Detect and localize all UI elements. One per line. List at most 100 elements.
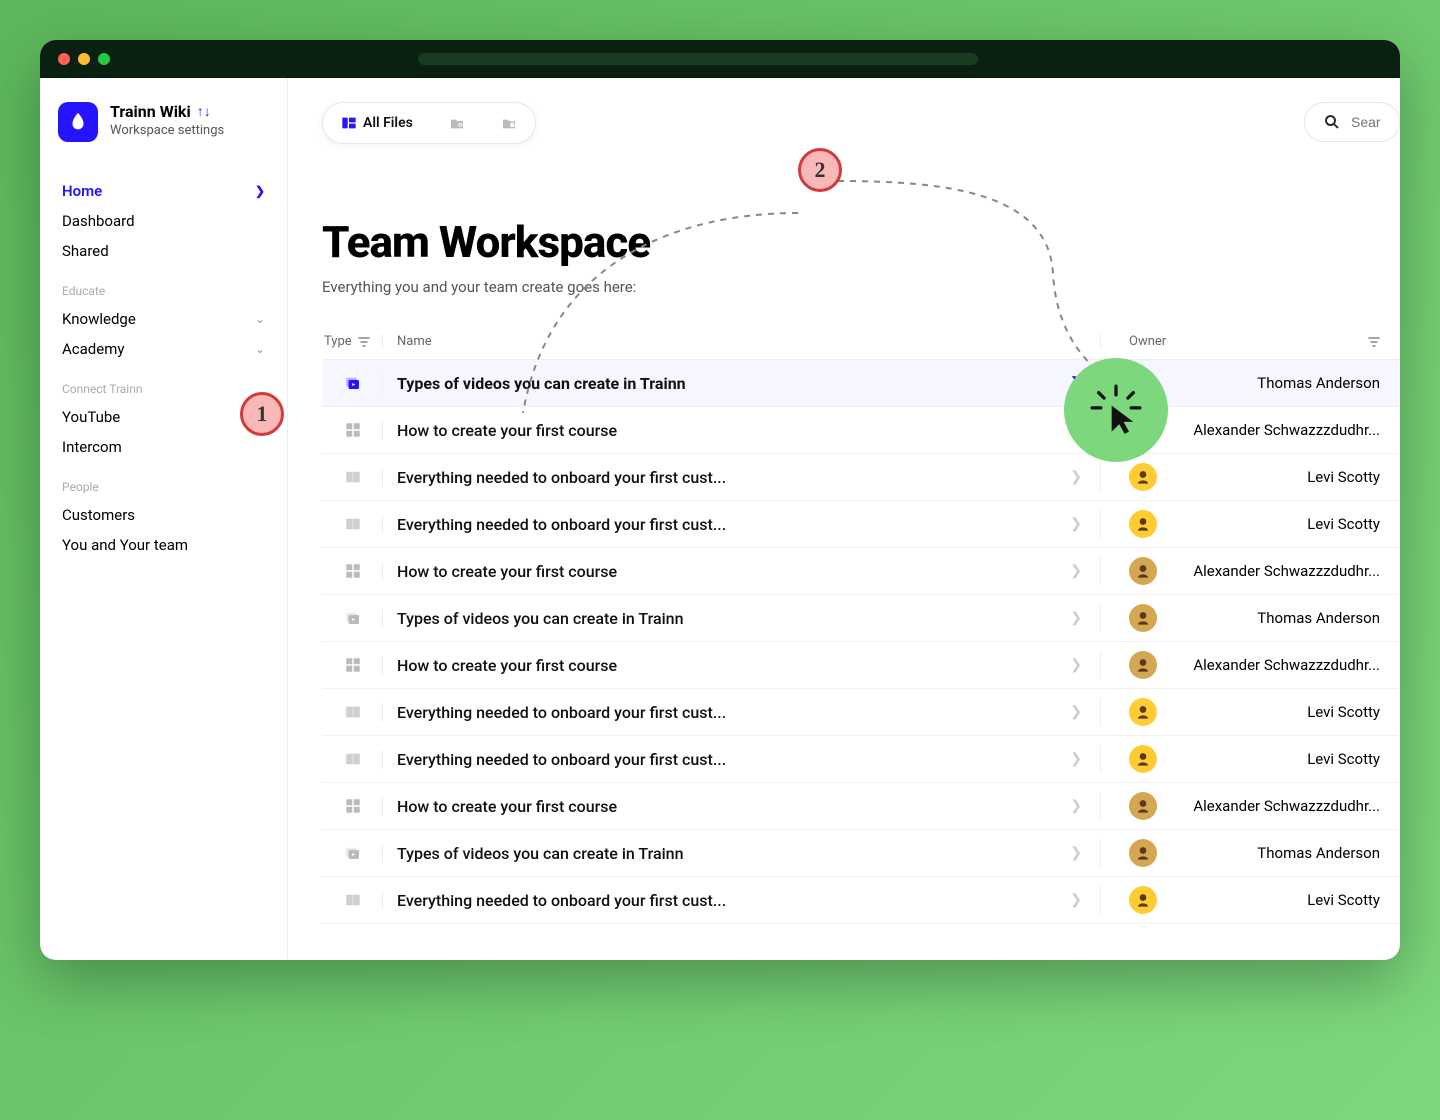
table-row[interactable]: How to create your first course❯ Alexand… bbox=[322, 642, 1400, 689]
row-owner: Alexander Schwazzzdudhr... bbox=[1100, 792, 1400, 820]
nav-section-label: People bbox=[54, 462, 273, 500]
table-row[interactable]: Everything needed to onboard your first … bbox=[322, 454, 1400, 501]
chevron-down-icon: ⌄ bbox=[255, 342, 265, 356]
tutorial-cursor-bubble bbox=[1064, 358, 1168, 462]
filter-pills: All Files bbox=[322, 102, 536, 144]
table-row[interactable]: Types of videos you can create in Trainn… bbox=[322, 360, 1400, 407]
row-name: How to create your first course❯ bbox=[382, 656, 1100, 675]
filter-icon bbox=[358, 336, 370, 348]
row-owner: Thomas Anderson bbox=[1100, 839, 1400, 867]
maximize-dot[interactable] bbox=[98, 53, 110, 65]
file-table: Type Name Owner Types of videos you can … bbox=[322, 324, 1400, 924]
close-dot[interactable] bbox=[58, 53, 70, 65]
app-window: Trainn Wiki ↑↓ Workspace settings Home❯D… bbox=[40, 40, 1400, 960]
page-title: Team Workspace bbox=[322, 216, 1400, 268]
table-row[interactable]: How to create your first course❯ Alexand… bbox=[322, 407, 1400, 454]
chevron-right-icon: ❯ bbox=[1070, 798, 1082, 814]
chevron-down-icon: ⌄ bbox=[255, 312, 265, 326]
search-input[interactable] bbox=[1351, 114, 1381, 130]
chevron-right-icon: ❯ bbox=[1070, 892, 1082, 908]
chevron-right-icon: ❯ bbox=[255, 184, 265, 198]
row-name: Everything needed to onboard your first … bbox=[382, 515, 1100, 534]
row-owner: Levi Scotty bbox=[1100, 698, 1400, 726]
row-owner: Levi Scotty bbox=[1100, 886, 1400, 914]
chevron-right-icon: ❯ bbox=[1070, 704, 1082, 720]
chevron-right-icon: ❯ bbox=[1070, 516, 1082, 532]
row-name: How to create your first course❯ bbox=[382, 562, 1100, 581]
row-owner: Levi Scotty bbox=[1100, 745, 1400, 773]
search-box[interactable] bbox=[1304, 102, 1400, 142]
row-type-icon bbox=[322, 656, 382, 674]
row-owner: Levi Scotty bbox=[1100, 463, 1400, 491]
row-name: Types of videos you can create in Trainn… bbox=[382, 374, 1100, 393]
avatar bbox=[1129, 698, 1157, 726]
row-type-icon bbox=[322, 374, 382, 392]
workspace-subtitle[interactable]: Workspace settings bbox=[110, 123, 269, 138]
table-row[interactable]: Everything needed to onboard your first … bbox=[322, 689, 1400, 736]
row-name: Everything needed to onboard your first … bbox=[382, 891, 1100, 910]
search-icon bbox=[1323, 113, 1341, 131]
nav-item-home[interactable]: Home❯ bbox=[54, 176, 273, 206]
main-content: All Files Team Workspace Everything you … bbox=[288, 78, 1400, 960]
header-type[interactable]: Type bbox=[322, 334, 382, 349]
header-name[interactable]: Name bbox=[382, 334, 1100, 349]
nav-item-shared[interactable]: Shared bbox=[54, 236, 273, 266]
row-type-icon bbox=[322, 609, 382, 627]
chevron-right-icon: ❯ bbox=[1070, 563, 1082, 579]
filter-private-icon[interactable] bbox=[487, 107, 531, 139]
row-name: Types of videos you can create in Trainn… bbox=[382, 844, 1100, 863]
avatar bbox=[1129, 792, 1157, 820]
table-row[interactable]: Everything needed to onboard your first … bbox=[322, 501, 1400, 548]
table-row[interactable]: Everything needed to onboard your first … bbox=[322, 736, 1400, 783]
workspace-title: Trainn Wiki bbox=[110, 102, 191, 121]
table-row[interactable]: How to create your first course❯ Alexand… bbox=[322, 783, 1400, 830]
workspace-logo bbox=[58, 102, 98, 142]
avatar bbox=[1129, 651, 1157, 679]
nav-item-customers[interactable]: Customers bbox=[54, 500, 273, 530]
chevron-right-icon: ❯ bbox=[1070, 469, 1082, 485]
avatar bbox=[1129, 463, 1157, 491]
filter-all-files[interactable]: All Files bbox=[327, 107, 427, 139]
content-area: Trainn Wiki ↑↓ Workspace settings Home❯D… bbox=[40, 78, 1400, 960]
row-name: Everything needed to onboard your first … bbox=[382, 468, 1100, 487]
nav-section-label: Connect Trainn bbox=[54, 364, 273, 402]
table-row[interactable]: Types of videos you can create in Trainn… bbox=[322, 830, 1400, 877]
chevron-right-icon: ❯ bbox=[1070, 845, 1082, 861]
avatar bbox=[1129, 510, 1157, 538]
chevron-right-icon: ❯ bbox=[1070, 610, 1082, 626]
workspace-header[interactable]: Trainn Wiki ↑↓ Workspace settings bbox=[54, 102, 273, 142]
sort-icon[interactable]: ↑↓ bbox=[197, 103, 211, 120]
avatar bbox=[1129, 745, 1157, 773]
minimize-dot[interactable] bbox=[78, 53, 90, 65]
row-type-icon bbox=[322, 562, 382, 580]
row-type-icon bbox=[322, 468, 382, 486]
window-titlebar bbox=[40, 40, 1400, 78]
avatar bbox=[1129, 557, 1157, 585]
avatar bbox=[1129, 839, 1157, 867]
row-type-icon bbox=[322, 703, 382, 721]
url-bar[interactable] bbox=[418, 53, 978, 65]
nav-section-label: Educate bbox=[54, 266, 273, 304]
nav-item-knowledge[interactable]: Knowledge⌄ bbox=[54, 304, 273, 334]
filter-shared-icon[interactable] bbox=[435, 107, 479, 139]
row-type-icon bbox=[322, 797, 382, 815]
avatar bbox=[1129, 886, 1157, 914]
table-row[interactable]: How to create your first course❯ Alexand… bbox=[322, 548, 1400, 595]
nav-item-intercom[interactable]: Intercom bbox=[54, 432, 273, 462]
nav-item-dashboard[interactable]: Dashboard bbox=[54, 206, 273, 236]
table-header: Type Name Owner bbox=[322, 324, 1400, 360]
row-name: Everything needed to onboard your first … bbox=[382, 703, 1100, 722]
row-owner: Thomas Anderson bbox=[1100, 604, 1400, 632]
table-row[interactable]: Everything needed to onboard your first … bbox=[322, 877, 1400, 924]
table-row[interactable]: Types of videos you can create in Trainn… bbox=[322, 595, 1400, 642]
nav-item-you-and-your-team[interactable]: You and Your team bbox=[54, 530, 273, 560]
chevron-right-icon: ❯ bbox=[1070, 657, 1082, 673]
avatar bbox=[1129, 604, 1157, 632]
nav-item-academy[interactable]: Academy⌄ bbox=[54, 334, 273, 364]
chevron-right-icon: ❯ bbox=[1070, 751, 1082, 767]
row-owner: Levi Scotty bbox=[1100, 510, 1400, 538]
row-owner: Alexander Schwazzzdudhr... bbox=[1100, 651, 1400, 679]
row-type-icon bbox=[322, 891, 382, 909]
header-owner[interactable]: Owner bbox=[1100, 334, 1400, 349]
row-name: Everything needed to onboard your first … bbox=[382, 750, 1100, 769]
